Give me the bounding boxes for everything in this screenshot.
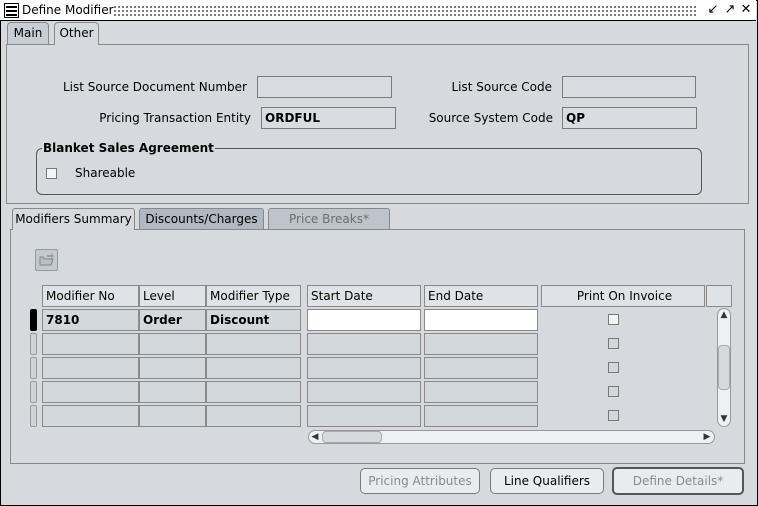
define-details-button[interactable]: Define Details* (612, 467, 744, 495)
oracle-forms-app-icon (4, 3, 19, 18)
print-on-invoice-checkbox[interactable] (608, 314, 619, 325)
tab-main[interactable]: Main (7, 22, 49, 44)
list-source-code-label: List Source Code (451, 80, 552, 94)
modifier-type-cell[interactable] (206, 405, 301, 427)
print-on-invoice-checkbox[interactable] (608, 410, 619, 421)
print-on-invoice-checkbox[interactable] (608, 386, 619, 397)
column-header-level[interactable]: Level (139, 285, 206, 307)
blanket-sales-agreement-group (36, 148, 702, 195)
record-indicator[interactable] (30, 357, 37, 379)
start-date-cell[interactable] (307, 309, 421, 331)
modifier-no-cell[interactable] (42, 333, 139, 355)
source-system-code-label: Source System Code (428, 111, 553, 125)
end-date-cell[interactable] (424, 333, 538, 355)
modifier-type-cell[interactable] (206, 333, 301, 355)
shareable-label: Shareable (75, 166, 136, 180)
modifier-no-cell[interactable] (42, 357, 139, 379)
list-source-document-number-field[interactable] (257, 76, 392, 98)
print-on-invoice-checkbox[interactable] (608, 338, 619, 349)
start-date-cell[interactable] (307, 333, 421, 355)
maximize-icon[interactable]: ↗ (723, 2, 737, 18)
end-date-cell[interactable] (424, 381, 538, 403)
end-date-cell[interactable] (424, 309, 538, 331)
minimize-icon[interactable]: ↙ (706, 2, 720, 18)
scroll-left-icon[interactable]: ◀ (309, 431, 321, 443)
close-icon[interactable]: ✕ (739, 2, 753, 18)
tab-discounts-charges[interactable]: Discounts/Charges (139, 208, 264, 229)
tab-price-breaks[interactable]: Price Breaks* (268, 208, 390, 229)
start-date-cell[interactable] (307, 357, 421, 379)
list-source-code-field[interactable] (562, 76, 696, 98)
end-date-cell[interactable] (424, 405, 538, 427)
level-cell[interactable] (139, 333, 206, 355)
modifier-type-cell[interactable]: Discount (206, 309, 301, 331)
level-cell[interactable]: Order (139, 309, 206, 331)
vertical-scroll-thumb[interactable] (718, 345, 730, 390)
record-indicator[interactable] (30, 333, 37, 355)
title-bar-texture (113, 5, 698, 16)
tab-other[interactable]: Other (54, 22, 99, 45)
pricing-transaction-entity-field[interactable]: ORDFUL (261, 107, 396, 129)
scroll-up-icon[interactable]: ▲ (718, 309, 730, 321)
modifier-no-cell[interactable] (42, 381, 139, 403)
level-cell[interactable] (139, 405, 206, 427)
record-indicator[interactable] (30, 381, 37, 403)
scroll-down-icon[interactable]: ▼ (718, 413, 730, 425)
scroll-right-icon[interactable]: ▶ (701, 431, 713, 443)
record-indicator[interactable] (30, 405, 37, 427)
column-header-modifier-type[interactable]: Modifier Type (206, 285, 301, 307)
column-header-modifier-no[interactable]: Modifier No (42, 285, 139, 307)
end-date-cell[interactable] (424, 357, 538, 379)
blanket-sales-agreement-title: Blanket Sales Agreement (42, 141, 215, 155)
shareable-checkbox[interactable] (46, 168, 57, 179)
open-folder-icon[interactable] (35, 249, 58, 271)
start-date-cell[interactable] (307, 405, 421, 427)
modifier-type-cell[interactable] (206, 381, 301, 403)
window-title: Define Modifier (22, 3, 114, 17)
list-source-document-number-label: List Source Document Number (62, 80, 247, 94)
level-cell[interactable] (139, 381, 206, 403)
modifier-no-cell[interactable]: 7810 (42, 309, 139, 331)
modifier-type-cell[interactable] (206, 357, 301, 379)
source-system-code-field[interactable]: QP (562, 107, 697, 129)
record-indicator[interactable] (30, 309, 37, 331)
line-qualifiers-button[interactable]: Line Qualifiers (490, 468, 604, 494)
pricing-attributes-button[interactable]: Pricing Attributes (360, 468, 480, 494)
print-on-invoice-checkbox[interactable] (608, 362, 619, 373)
start-date-cell[interactable] (307, 381, 421, 403)
pricing-transaction-entity-label: Pricing Transaction Entity (99, 111, 251, 125)
tab-modifiers-summary[interactable]: Modifiers Summary (12, 208, 135, 230)
column-header-overflow (706, 285, 732, 307)
modifier-no-cell[interactable] (42, 405, 139, 427)
horizontal-scroll-thumb[interactable] (322, 431, 382, 443)
column-header-start-date[interactable]: Start Date (307, 285, 421, 307)
column-header-end-date[interactable]: End Date (424, 285, 538, 307)
column-header-print-on-invoice[interactable]: Print On Invoice (541, 285, 705, 307)
level-cell[interactable] (139, 357, 206, 379)
